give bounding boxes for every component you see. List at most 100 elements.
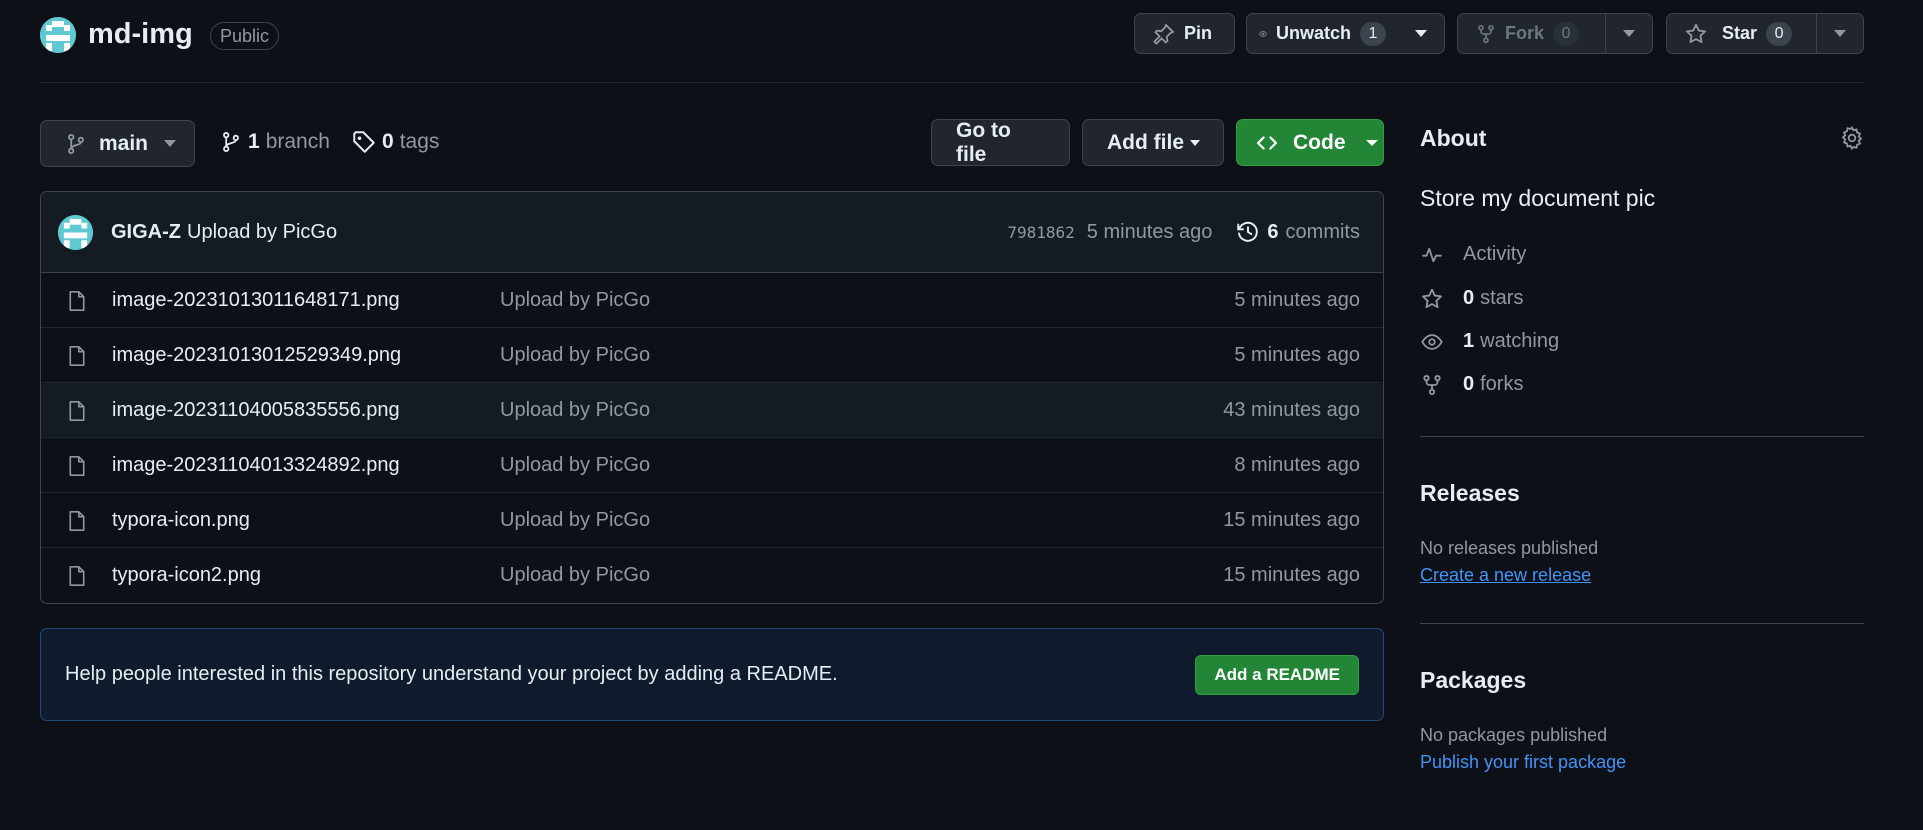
commit-author-avatar[interactable] xyxy=(58,214,93,250)
history-icon xyxy=(1237,221,1259,242)
eye-icon xyxy=(1421,333,1443,350)
branch-selector[interactable]: main xyxy=(40,120,195,167)
file-commit-message[interactable]: Upload by PicGo xyxy=(500,399,650,422)
identicon-icon xyxy=(58,214,93,250)
file-name[interactable]: typora-icon.png xyxy=(112,509,250,532)
code-icon xyxy=(1256,135,1278,150)
repo-owner-avatar[interactable] xyxy=(40,17,76,53)
file-icon xyxy=(69,456,85,476)
repo-name[interactable]: md-img xyxy=(88,18,193,51)
fork-count: 0 xyxy=(1553,21,1580,46)
forks-count: 0 xyxy=(1463,373,1475,395)
file-commit-message[interactable]: Upload by PicGo xyxy=(500,509,650,532)
pin-label: Pin xyxy=(1184,23,1213,43)
file-row[interactable]: image-20231013011648171.png Upload by Pi… xyxy=(41,273,1383,328)
file-name[interactable]: image-20231104005835556.png xyxy=(112,399,400,422)
file-row[interactable]: image-20231013012529349.png Upload by Pi… xyxy=(41,328,1383,383)
releases-empty-text: No releases published xyxy=(1420,538,1599,558)
branch-label: branch xyxy=(265,130,330,153)
tag-label: tags xyxy=(399,130,440,153)
branches-link[interactable]: 1 branch xyxy=(220,130,330,154)
visibility-badge: Public xyxy=(210,22,280,50)
add-file-label: Add file xyxy=(1107,130,1184,154)
star-icon xyxy=(1686,23,1706,43)
watch-dropdown-button[interactable] xyxy=(1398,14,1444,53)
fork-button[interactable]: Fork 0 xyxy=(1458,14,1605,53)
eye-icon xyxy=(1259,30,1267,37)
tags-link[interactable]: 0 tags xyxy=(352,130,439,154)
file-commit-message[interactable]: Upload by PicGo xyxy=(500,454,650,477)
pin-icon xyxy=(1153,23,1175,45)
packages-heading[interactable]: Packages xyxy=(1420,667,1526,694)
commits-count: 6 xyxy=(1267,220,1279,243)
star-label: Star xyxy=(1722,23,1758,43)
forks-label: forks xyxy=(1480,373,1524,395)
file-commit-message[interactable]: Upload by PicGo xyxy=(500,344,650,367)
latest-commit-bar: GIGA-Z Upload by PicGo 7981862 5 minutes… xyxy=(41,192,1383,273)
file-commit-time: 5 minutes ago xyxy=(1234,288,1360,311)
file-name[interactable]: image-20231013012529349.png xyxy=(112,344,401,367)
pulse-icon xyxy=(1422,247,1442,262)
readme-banner: Help people interested in this repositor… xyxy=(40,628,1384,721)
star-dropdown-button[interactable] xyxy=(1816,14,1863,53)
sidebar-divider xyxy=(1420,623,1864,624)
releases-heading[interactable]: Releases xyxy=(1420,480,1520,507)
star-icon xyxy=(1422,288,1442,308)
forks-link[interactable]: 0 forks xyxy=(1420,373,1523,396)
star-button[interactable]: Star 0 xyxy=(1667,14,1816,53)
star-count: 0 xyxy=(1766,21,1793,46)
file-name[interactable]: typora-icon2.png xyxy=(112,564,261,587)
code-button[interactable]: Code xyxy=(1236,119,1384,166)
publish-package-link[interactable]: Publish your first package xyxy=(1420,752,1626,773)
about-settings-button[interactable] xyxy=(1840,126,1864,150)
gear-icon xyxy=(1841,126,1863,150)
fork-icon xyxy=(1478,24,1494,43)
identicon-icon xyxy=(40,17,76,53)
branch-count: 1 xyxy=(248,130,260,153)
file-commit-time: 15 minutes ago xyxy=(1223,564,1360,586)
add-readme-button[interactable]: Add a README xyxy=(1195,655,1359,695)
commit-sha[interactable]: 7981862 xyxy=(1007,223,1074,242)
pin-button[interactable]: Pin xyxy=(1134,13,1235,54)
commit-author[interactable]: GIGA-Z xyxy=(111,221,181,244)
activity-label: Activity xyxy=(1463,243,1527,265)
chevron-down-icon xyxy=(164,140,177,147)
activity-link[interactable]: Activity xyxy=(1420,243,1526,266)
go-to-file-button[interactable]: Go to file xyxy=(931,119,1070,166)
create-release-link[interactable]: Create a new release xyxy=(1420,565,1591,586)
watch-button-group: Unwatch 1 xyxy=(1246,13,1445,54)
commits-label: commits xyxy=(1285,220,1360,243)
stars-link[interactable]: 0 stars xyxy=(1420,287,1523,310)
tag-count: 0 xyxy=(382,130,394,153)
fork-dropdown-button[interactable] xyxy=(1605,14,1652,53)
commit-message[interactable]: Upload by PicGo xyxy=(187,221,337,244)
file-row[interactable]: image-20231104005835556.png Upload by Pi… xyxy=(41,383,1383,438)
file-commit-message[interactable]: Upload by PicGo xyxy=(500,564,650,587)
star-button-group: Star 0 xyxy=(1666,13,1864,54)
commit-meta: 7981862 5 minutes ago 6 commits xyxy=(1007,192,1360,272)
chevron-down-icon xyxy=(1415,30,1427,37)
file-name[interactable]: image-20231104013324892.png xyxy=(112,454,400,477)
add-file-button[interactable]: Add file xyxy=(1082,119,1224,166)
current-branch: main xyxy=(99,131,149,155)
watching-label: watching xyxy=(1480,330,1560,352)
file-row[interactable]: image-20231104013324892.png Upload by Pi… xyxy=(41,438,1383,493)
watch-count: 1 xyxy=(1360,21,1386,46)
commit-time: 5 minutes ago xyxy=(1086,220,1213,243)
file-commit-time: 43 minutes ago xyxy=(1223,398,1360,421)
file-icon xyxy=(69,401,85,421)
file-row[interactable]: typora-icon.png Upload by PicGo 15 minut… xyxy=(41,493,1383,548)
file-row[interactable]: typora-icon2.png Upload by PicGo 15 minu… xyxy=(41,548,1383,603)
tag-icon xyxy=(353,131,375,153)
file-name[interactable]: image-20231013011648171.png xyxy=(112,289,400,312)
fork-icon xyxy=(1423,374,1441,395)
commits-history-link[interactable]: 6 commits xyxy=(1236,220,1360,244)
unwatch-button[interactable]: Unwatch 1 xyxy=(1247,14,1398,53)
sidebar-divider xyxy=(1420,436,1864,437)
watching-link[interactable]: 1 watching xyxy=(1420,330,1559,353)
stars-count: 0 xyxy=(1463,287,1475,309)
git-branch-icon xyxy=(223,132,239,152)
fork-button-group: Fork 0 xyxy=(1457,13,1653,54)
repo-description: Store my document pic xyxy=(1420,185,1656,211)
file-commit-message[interactable]: Upload by PicGo xyxy=(500,289,650,312)
